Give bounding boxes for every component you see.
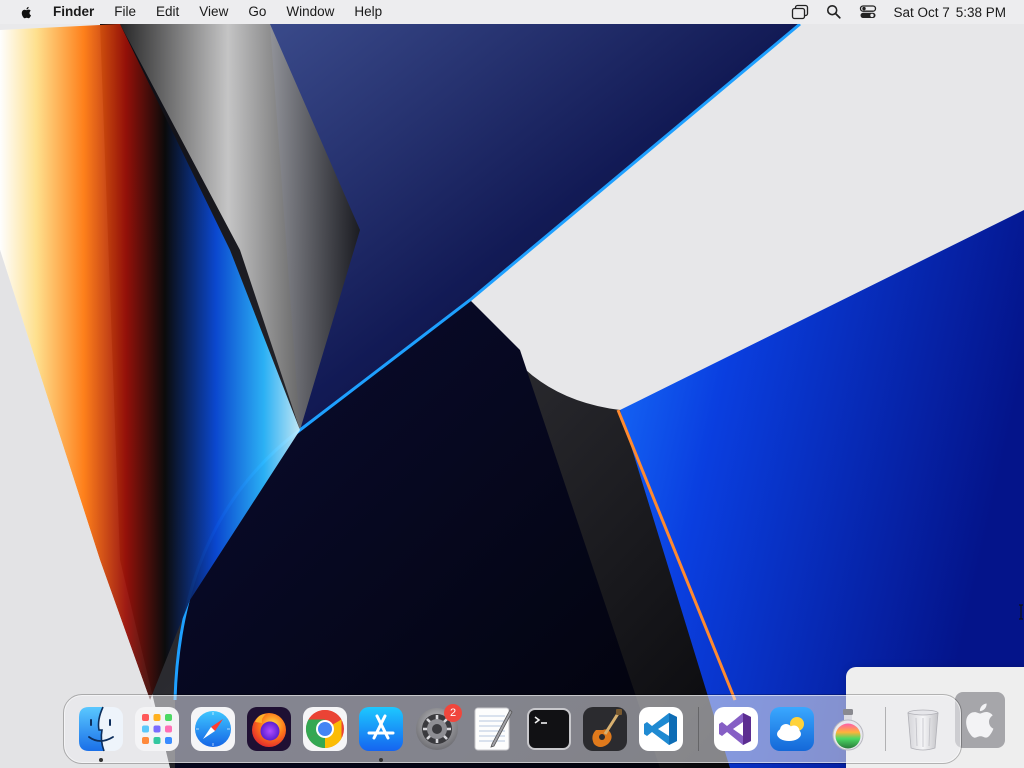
dock-separator bbox=[885, 707, 886, 751]
clock-time: 5:38 PM bbox=[955, 4, 1006, 20]
dock-item-vscode[interactable] bbox=[633, 701, 689, 757]
dock-item-app-store[interactable] bbox=[353, 701, 409, 762]
dock-separator bbox=[698, 707, 699, 751]
menu-file[interactable]: File bbox=[104, 0, 146, 24]
dock-item-weather[interactable] bbox=[764, 701, 820, 757]
screen-mirroring-icon[interactable] bbox=[791, 3, 809, 21]
dock-item-launchpad[interactable] bbox=[129, 701, 185, 757]
app-store-icon bbox=[359, 707, 403, 751]
dock-item-chrome[interactable] bbox=[297, 701, 353, 757]
launchpad-icon bbox=[135, 707, 179, 751]
dock-item-terminal[interactable] bbox=[521, 701, 577, 757]
menu-app-name[interactable]: Finder bbox=[53, 0, 104, 24]
garageband-icon bbox=[583, 707, 627, 751]
terminal-icon bbox=[527, 708, 571, 750]
dock-item-finder[interactable] bbox=[73, 701, 129, 762]
mouse-cursor-icon bbox=[1019, 604, 1023, 620]
dock-item-safari[interactable] bbox=[185, 701, 241, 757]
menu-bar-status: Sat Oct 7 5:38 PM bbox=[783, 0, 1024, 24]
spotlight-search-icon[interactable] bbox=[825, 3, 843, 21]
dock-item-potion[interactable] bbox=[820, 701, 876, 757]
visual-studio-icon bbox=[714, 707, 758, 751]
running-indicator bbox=[379, 758, 383, 762]
apple-logo-icon bbox=[955, 692, 1005, 748]
apple-logo-icon[interactable] bbox=[19, 4, 35, 20]
dock-item-textedit[interactable] bbox=[465, 701, 521, 757]
menu-go[interactable]: Go bbox=[238, 0, 276, 24]
running-indicator bbox=[99, 758, 103, 762]
trash-icon bbox=[907, 709, 939, 751]
dock-item-trash[interactable] bbox=[895, 701, 951, 757]
control-center-icon[interactable] bbox=[859, 3, 877, 21]
desktop-wallpaper bbox=[0, 0, 1024, 768]
menu-help[interactable]: Help bbox=[344, 0, 392, 24]
vscode-icon bbox=[639, 707, 683, 751]
dock-item-visual-studio[interactable] bbox=[708, 701, 764, 757]
dock-item-garageband[interactable] bbox=[577, 701, 633, 757]
weather-icon bbox=[770, 707, 814, 751]
menu-edit[interactable]: Edit bbox=[146, 0, 189, 24]
dock-item-system-settings[interactable]: 2 bbox=[409, 701, 465, 757]
notification-badge: 2 bbox=[444, 704, 462, 722]
safari-icon bbox=[191, 707, 235, 751]
menu-bar: Finder File Edit View Go Window Help Sat… bbox=[0, 0, 1024, 24]
potion-icon bbox=[832, 709, 864, 751]
textedit-icon bbox=[474, 707, 513, 751]
dock-item-firefox[interactable] bbox=[241, 701, 297, 757]
menu-window[interactable]: Window bbox=[276, 0, 344, 24]
firefox-icon bbox=[247, 707, 291, 751]
menu-bar-clock[interactable]: Sat Oct 7 5:38 PM bbox=[893, 5, 1006, 20]
dock: 2 bbox=[63, 694, 962, 764]
menu-bar-left: Finder File Edit View Go Window Help bbox=[0, 0, 392, 24]
chrome-icon bbox=[303, 707, 347, 751]
finder-icon bbox=[79, 706, 123, 752]
clock-date: Sat Oct 7 bbox=[893, 4, 950, 20]
menu-view[interactable]: View bbox=[189, 0, 238, 24]
